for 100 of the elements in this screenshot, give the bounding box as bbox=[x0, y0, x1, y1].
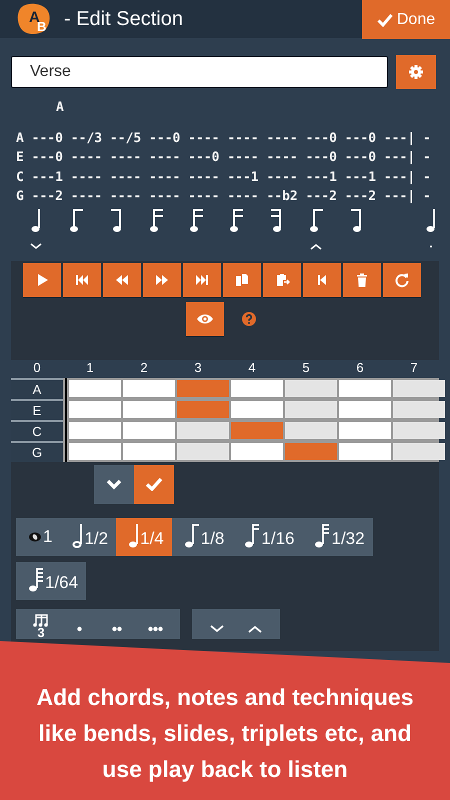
help-icon[interactable] bbox=[242, 312, 256, 326]
half-note-icon bbox=[72, 522, 84, 548]
fret-cell[interactable] bbox=[231, 380, 283, 396]
rewind-button[interactable] bbox=[103, 262, 141, 296]
duration-button[interactable]: 1 bbox=[16, 518, 60, 556]
triple-dot-icon bbox=[146, 626, 164, 632]
sixteenth-note-icon bbox=[190, 206, 204, 232]
promo-text: Add chords, notes and techniques like bends, slides, triplets etc, and use play back to listen bbox=[36, 683, 414, 784]
fret-cell[interactable] bbox=[69, 422, 121, 438]
eighth-note-icon bbox=[70, 206, 84, 232]
fret-number: 7 bbox=[409, 360, 419, 376]
beamed-notes-icon bbox=[33, 612, 49, 626]
fret-number: 1 bbox=[85, 360, 95, 376]
clipboard-icon bbox=[274, 272, 290, 288]
collapse-button[interactable] bbox=[94, 464, 134, 504]
eighth-note-icon bbox=[110, 206, 124, 232]
fret-cell[interactable] bbox=[339, 380, 391, 396]
trash-icon bbox=[354, 272, 370, 288]
fret-cell[interactable] bbox=[69, 442, 121, 460]
string-label: G bbox=[11, 440, 63, 462]
tab-line: A ---0 --/3 --/5 ---0 ---- ---- ---- ---0 ---0 ---| - bbox=[16, 130, 432, 148]
sixteenth-note-icon bbox=[244, 522, 260, 548]
tab-line: G ---2 ---- ---- ---- ---- ---- --b2 ---2 ---2 ---| - bbox=[16, 188, 432, 206]
eye-icon bbox=[196, 312, 214, 324]
duration-button[interactable]: 1/8 bbox=[172, 518, 232, 556]
fret-cell[interactable] bbox=[285, 422, 337, 438]
fret-number: 3 bbox=[193, 360, 203, 376]
step-back-button[interactable] bbox=[303, 262, 341, 296]
eighth-note-icon bbox=[310, 206, 324, 232]
fast-forward-button[interactable] bbox=[143, 262, 181, 296]
fret-cell[interactable] bbox=[69, 400, 121, 418]
fret-cell[interactable] bbox=[393, 442, 445, 460]
fret-cell[interactable] bbox=[231, 442, 283, 460]
duration-button[interactable]: 1/32 bbox=[302, 518, 373, 556]
fret-cell[interactable] bbox=[231, 422, 283, 438]
double-dot-icon bbox=[111, 626, 123, 632]
fret-cell[interactable] bbox=[231, 400, 283, 418]
string-label: E bbox=[11, 398, 63, 420]
check-icon bbox=[376, 12, 393, 26]
fret-number: 5 bbox=[301, 360, 311, 376]
fret-cell[interactable] bbox=[393, 380, 445, 396]
fret-cell[interactable] bbox=[393, 422, 445, 438]
fret-cell[interactable] bbox=[123, 422, 175, 438]
skip-end-button[interactable] bbox=[183, 262, 221, 296]
tab-line: E ---0 ---- ---- ---- ---0 ---- ---- ---0 ---0 ---| - bbox=[16, 149, 432, 167]
page-title: - Edit Section bbox=[64, 8, 184, 30]
fret-cell[interactable] bbox=[177, 422, 229, 438]
section-name-field[interactable]: Verse bbox=[11, 56, 388, 88]
fret-cell[interactable] bbox=[339, 400, 391, 418]
fret-cell[interactable] bbox=[123, 380, 175, 396]
copy-button[interactable] bbox=[223, 262, 261, 296]
duration-button[interactable]: 1/2 bbox=[60, 518, 116, 556]
eighth-note-icon bbox=[350, 206, 364, 232]
delete-button[interactable] bbox=[343, 262, 381, 296]
fret-cell[interactable] bbox=[285, 400, 337, 418]
sixty-fourth-note-icon bbox=[28, 566, 44, 592]
fret-cell[interactable] bbox=[393, 400, 445, 418]
fret-cell[interactable] bbox=[339, 422, 391, 438]
dot-icon bbox=[76, 626, 82, 632]
tab-line: C ---1 ---- ---- ---- ---- ---1 ---- ---1 ---1 ---| - bbox=[16, 168, 432, 186]
sixteenth-note-icon bbox=[150, 206, 164, 232]
settings-icon bbox=[409, 65, 423, 79]
confirm-button[interactable] bbox=[134, 464, 174, 504]
quarter-note-icon bbox=[128, 522, 140, 548]
fret-cell[interactable] bbox=[177, 400, 229, 418]
fret-cell[interactable] bbox=[123, 400, 175, 418]
check-icon bbox=[145, 477, 163, 491]
paste-button[interactable] bbox=[263, 262, 301, 296]
thirty-second-note-icon bbox=[314, 522, 330, 548]
fret-number: 2 bbox=[139, 360, 149, 376]
fret-cell[interactable] bbox=[177, 380, 229, 396]
fret-number: 4 bbox=[247, 360, 257, 376]
sixteenth-note-icon bbox=[270, 206, 284, 232]
refresh-icon bbox=[394, 272, 410, 288]
chevron-down-icon bbox=[210, 624, 224, 632]
eighth-note-icon bbox=[184, 522, 200, 548]
triplet-button[interactable]: 3 bbox=[22, 608, 60, 638]
sixteenth-note-icon bbox=[230, 206, 244, 232]
fret-cell[interactable] bbox=[123, 442, 175, 460]
whole-note-icon bbox=[28, 532, 42, 542]
refresh-button[interactable] bbox=[383, 262, 421, 296]
skip-start-button[interactable] bbox=[63, 262, 101, 296]
chevron-up-icon bbox=[248, 624, 262, 632]
fret-cell[interactable] bbox=[177, 442, 229, 460]
caret-up-icon[interactable] bbox=[310, 243, 322, 250]
fret-cell[interactable] bbox=[69, 380, 121, 396]
chord-label: A bbox=[56, 99, 65, 117]
fret-cell[interactable] bbox=[285, 442, 337, 460]
duration-button[interactable]: 1/64 bbox=[16, 562, 86, 600]
duration-button[interactable]: 1/16 bbox=[232, 518, 302, 556]
play-button[interactable] bbox=[23, 262, 61, 296]
settings-button[interactable] bbox=[396, 55, 436, 89]
fret-cell[interactable] bbox=[339, 442, 391, 460]
caret-down-icon[interactable] bbox=[30, 243, 42, 250]
fret-number: 0 bbox=[32, 360, 42, 376]
copy-icon bbox=[234, 272, 250, 288]
fret-cell[interactable] bbox=[285, 380, 337, 396]
view-button[interactable] bbox=[186, 302, 224, 336]
string-label: A bbox=[11, 378, 63, 398]
chevron-down-icon bbox=[106, 478, 122, 490]
